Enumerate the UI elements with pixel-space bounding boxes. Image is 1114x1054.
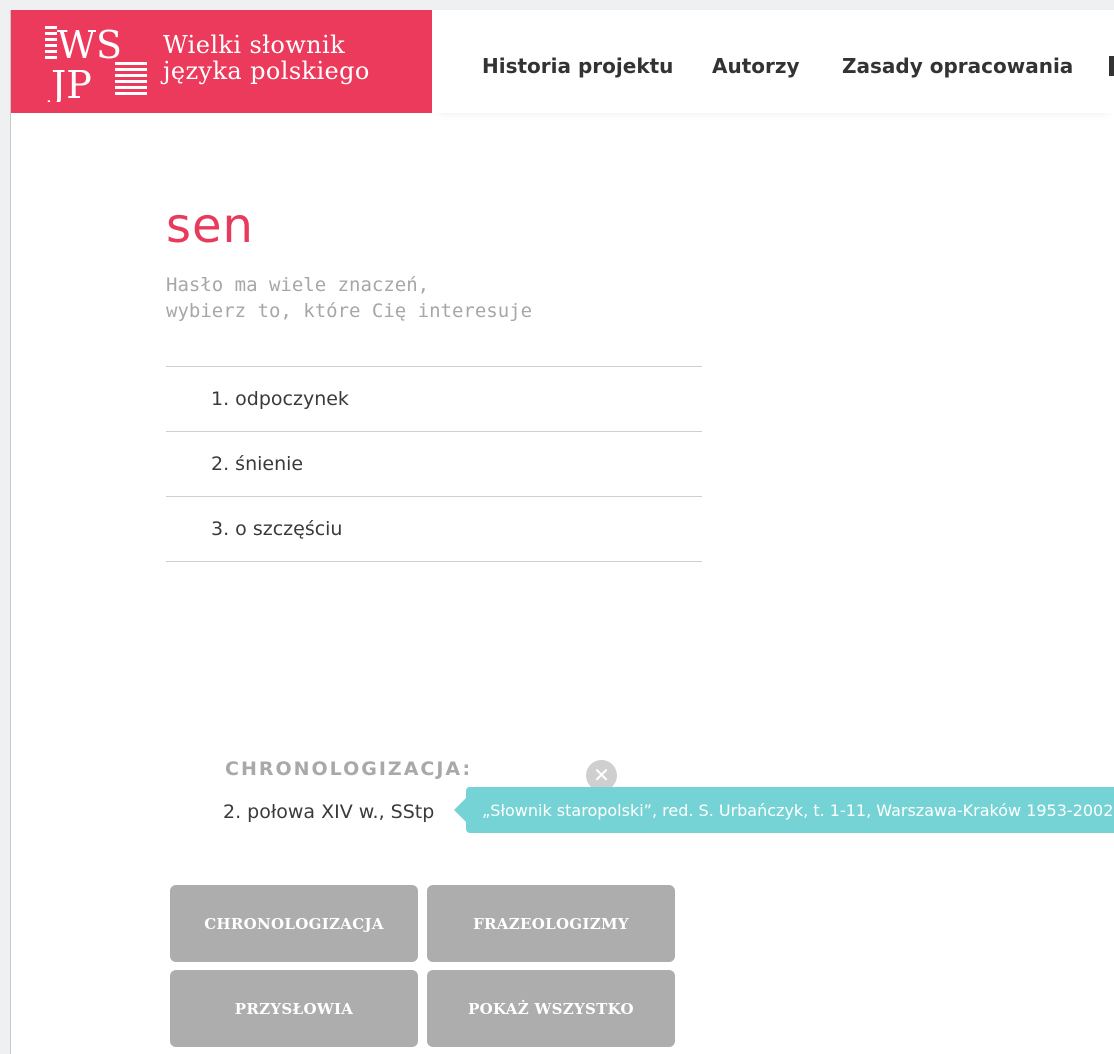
top-navigation: Historia projektu Autorzy Zasady opracow… <box>432 10 1114 113</box>
pokaz-wszystko-button[interactable]: POKAŻ WSZYSTKO <box>427 970 675 1047</box>
chronology-title: CHRONOLOGIZACJA: <box>225 758 473 780</box>
frazeologizmy-button[interactable]: FRAZEOLOGIZMY <box>427 885 675 962</box>
page-frame: WS JP Wielki słownik języka polskiego Hi… <box>10 10 1114 1054</box>
meaning-item-snienie[interactable]: 2. śnienie <box>166 432 702 497</box>
chronology-value[interactable]: 2. połowa XIV w., SStp <box>223 801 434 823</box>
meaning-hint-line2: wybierz to, które Cię interesuje <box>166 300 533 322</box>
source-tooltip: „Słownik staropolski”, red. S. Urbańczyk… <box>466 787 1114 833</box>
meaning-hint: Hasło ma wiele znaczeń, wybierz to, któr… <box>166 272 586 324</box>
site-logo-banner[interactable]: WS JP Wielki słownik języka polskiego <box>11 10 432 113</box>
site-title-line1: Wielki słownik <box>163 31 346 59</box>
meanings-list: 1. odpoczynek 2. śnienie 3. o szczęściu <box>166 366 702 562</box>
nav-zasady-opracowania[interactable]: Zasady opracowania <box>842 54 1073 78</box>
svg-text:JP: JP <box>47 63 92 102</box>
tooltip-arrow <box>454 798 466 822</box>
wsjp-logo-icon: WS JP <box>45 23 147 102</box>
site-title: Wielki słownik języka polskiego <box>163 32 370 84</box>
nav-next-item-clipped[interactable] <box>1109 56 1114 76</box>
nav-historia-projektu[interactable]: Historia projektu <box>482 54 673 78</box>
svg-text:WS: WS <box>57 23 122 67</box>
meaning-hint-line1: Hasło ma wiele znaczeń, <box>166 274 430 296</box>
headword: sen <box>166 198 254 254</box>
nav-autorzy[interactable]: Autorzy <box>712 54 800 78</box>
chronologizacja-button[interactable]: CHRONOLOGIZACJA <box>170 885 418 962</box>
site-title-line2: języka polskiego <box>163 57 370 85</box>
meaning-item-odpoczynek[interactable]: 1. odpoczynek <box>166 367 702 432</box>
przyslowia-button[interactable]: PRZYSŁOWIA <box>170 970 418 1047</box>
meaning-item-o-szczesciu[interactable]: 3. o szczęściu <box>166 497 702 562</box>
